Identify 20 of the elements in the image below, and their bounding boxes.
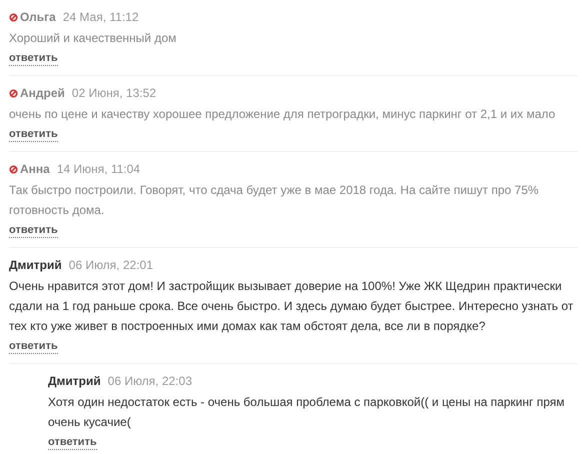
comment-date: 24 Мая, 11:12 <box>62 10 139 24</box>
reply-link[interactable]: ответить <box>9 224 58 238</box>
author-name: Ольга <box>20 10 56 24</box>
comment-text: очень по цене и качеству хорошее предложение для петроградки, минус паркинг от 2,1 и их мало <box>9 106 556 123</box>
author-name: Анна <box>20 162 50 176</box>
reply-link[interactable]: ответить <box>9 340 58 354</box>
author-name: Андрей <box>20 86 65 100</box>
reply-link[interactable]: ответить <box>9 128 58 142</box>
reply-link[interactable]: ответить <box>48 436 97 450</box>
comment-date: 06 Июля, 22:03 <box>108 374 192 388</box>
comment-text: Хотя один недостаток есть - очень большая проблема с парковкой(( и цены на паркинг прям очень кусачие( <box>48 394 566 431</box>
comment-date: 02 Июня, 13:52 <box>72 86 156 100</box>
reply-link[interactable]: ответить <box>9 52 58 66</box>
author-name: Дмитрий <box>9 258 62 272</box>
comment-text: Так быстро построили. Говорят, что сдача будет уже в мае 2018 года. На сайте пишут про 75% готовность дома. <box>9 182 540 219</box>
comment-text: Хороший и качественный дом <box>9 30 178 47</box>
comment-text: Очень нравится этот дом! И застройщик вызывает доверие на 100%! Уже ЖК Щедрин практически сдали на 1 год раньше срока. Все очень быстро. И здесь думаю будет быстрее. Интересно узнать от тех кто уже живет в построенных ими домах как там обстоят дела, все ли в порядке? <box>9 278 574 335</box>
comment-date: 14 Июня, 11:04 <box>56 162 140 176</box>
comment-date: 06 Июля, 22:01 <box>68 258 154 272</box>
author-name: Дмитрий <box>48 374 101 388</box>
